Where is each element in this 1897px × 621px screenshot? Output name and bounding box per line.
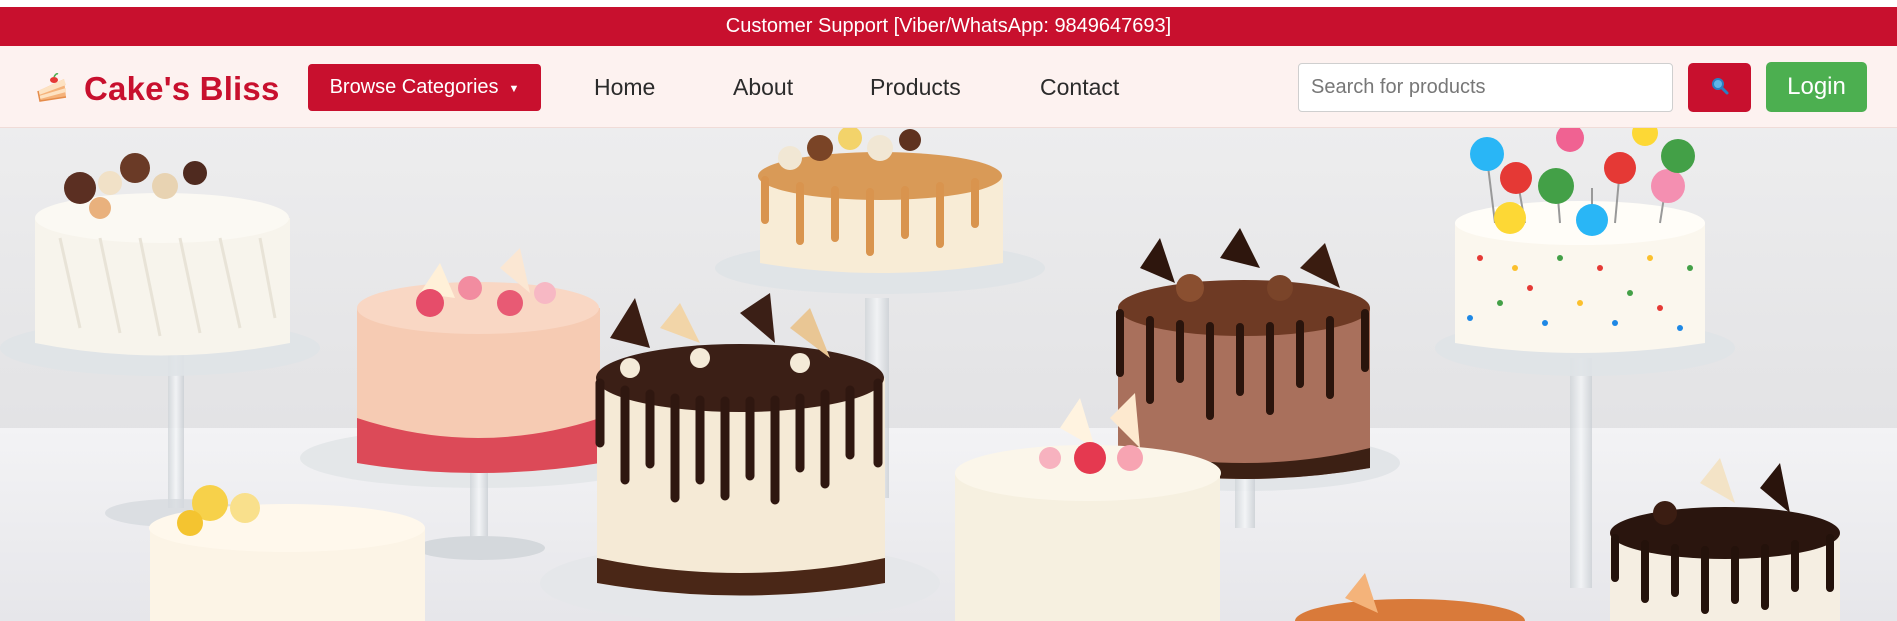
hero-cakes-image bbox=[0, 128, 1897, 621]
support-text: Customer Support [Viber/WhatsApp: 984964… bbox=[725, 15, 1172, 37]
brand-logo[interactable]: Cake's Bliss bbox=[34, 70, 280, 108]
top-strip bbox=[0, 0, 1897, 7]
customer-support-bar: Customer Support [Viber/WhatsApp: 984964… bbox=[0, 7, 1897, 46]
nav-link-home[interactable]: Home bbox=[594, 74, 655, 101]
search-button[interactable] bbox=[1688, 63, 1751, 112]
browse-categories-label: Browse Categories bbox=[329, 76, 499, 98]
browse-categories-button[interactable]: Browse Categories ▼ bbox=[308, 64, 541, 111]
login-button[interactable]: Login bbox=[1766, 62, 1867, 112]
navbar: Cake's Bliss Browse Categories ▼ Home Ab… bbox=[0, 46, 1897, 128]
search-input[interactable] bbox=[1298, 63, 1673, 112]
nav-link-products[interactable]: Products bbox=[870, 74, 961, 101]
cake-slice-icon bbox=[34, 71, 70, 107]
caret-down-icon: ▼ bbox=[508, 82, 520, 95]
nav-link-contact[interactable]: Contact bbox=[1040, 74, 1119, 101]
magnifier-icon bbox=[1710, 76, 1730, 99]
nav-link-about[interactable]: About bbox=[733, 74, 793, 101]
brand-name: Cake's Bliss bbox=[84, 70, 280, 107]
